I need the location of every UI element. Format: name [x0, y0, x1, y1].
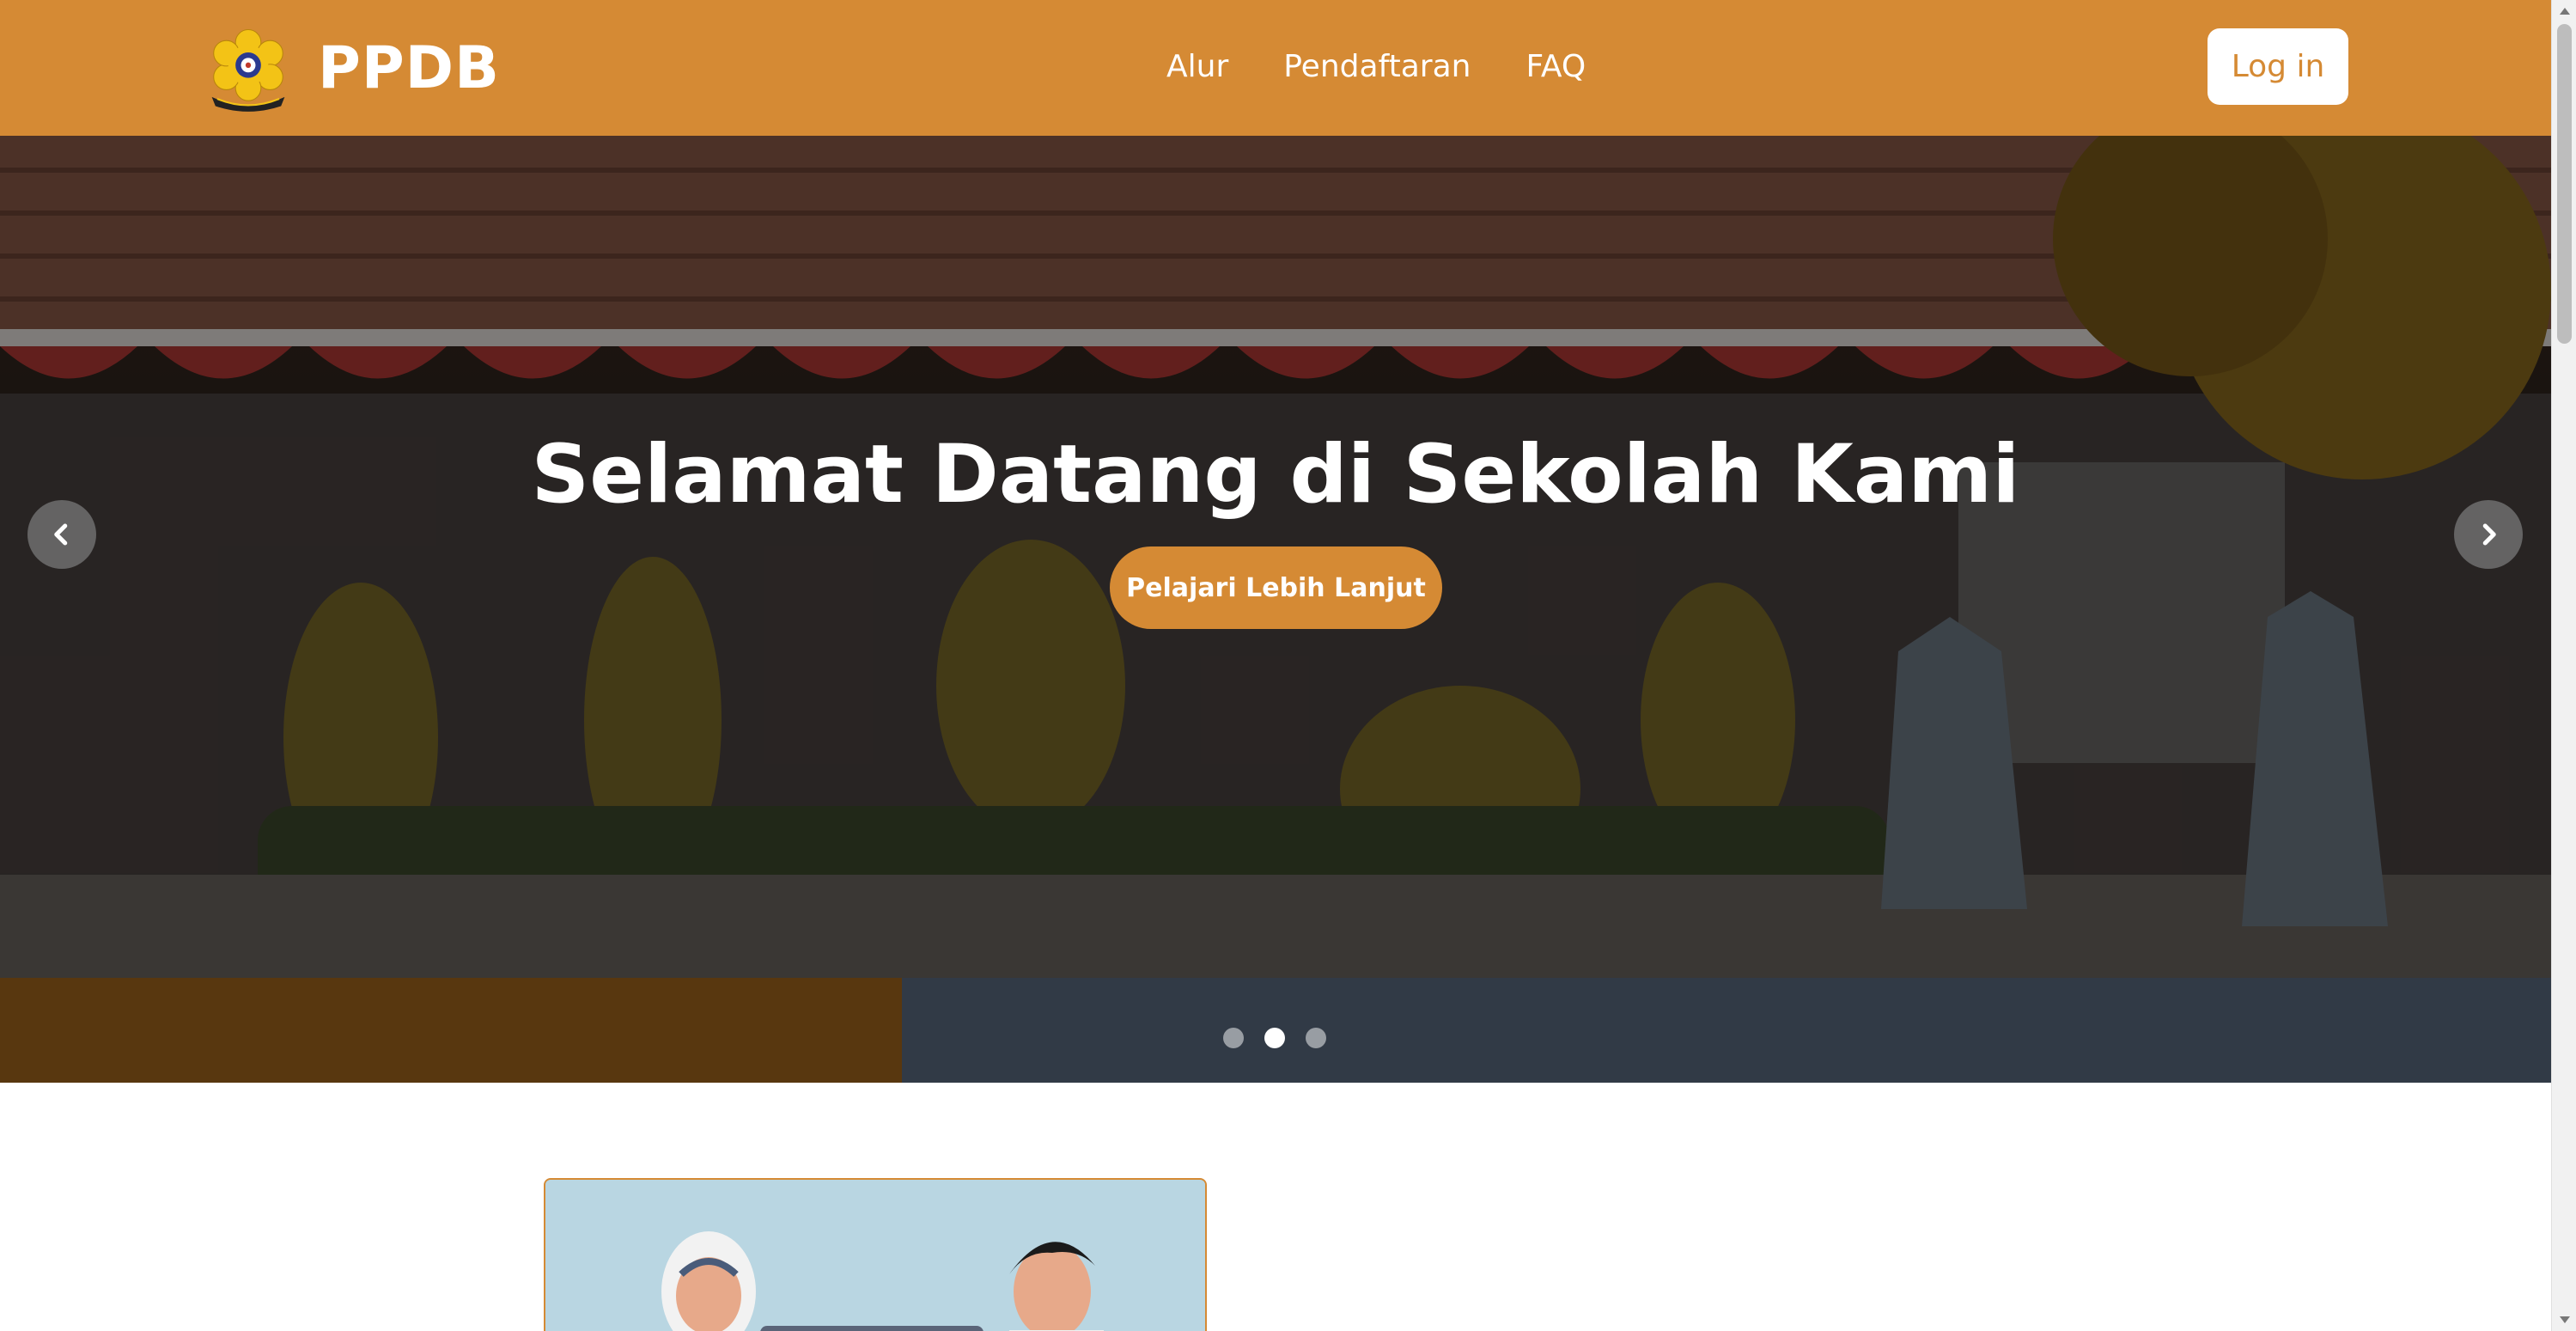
carousel-prev-button[interactable]	[27, 500, 96, 569]
nav-link-faq[interactable]: FAQ	[1526, 45, 1586, 89]
page-scrollbar[interactable]	[2551, 0, 2576, 1331]
nav-link-pendaftaran[interactable]: Pendaftaran	[1283, 45, 1471, 89]
scroll-down-button[interactable]	[2552, 1309, 2576, 1331]
login-button[interactable]: Log in	[2208, 28, 2348, 105]
hero-carousel: Selamat Datang di Sekolah Kami Pelajari …	[0, 136, 2551, 1083]
school-logo-icon	[211, 28, 285, 112]
navbar: PPDB Alur Pendaftaran FAQ Log in	[0, 0, 2551, 136]
brand[interactable]: PPDB	[203, 22, 500, 113]
main-nav: Alur Pendaftaran FAQ	[1166, 45, 1641, 89]
triangle-down-icon	[2559, 1316, 2570, 1323]
scrollbar-thumb[interactable]	[2557, 24, 2572, 344]
chevron-right-icon	[2482, 523, 2496, 546]
students-illustration	[545, 1180, 1205, 1331]
carousel-indicator-1[interactable]	[1223, 1028, 1244, 1048]
carousel-indicator-3[interactable]	[1306, 1028, 1326, 1048]
brand-text: PPDB	[318, 34, 500, 102]
illustration-card	[544, 1178, 1207, 1331]
page: PPDB Alur Pendaftaran FAQ Log in Selamat…	[0, 0, 2551, 1331]
scroll-up-button[interactable]	[2552, 0, 2576, 22]
triangle-up-icon	[2559, 8, 2570, 15]
carousel-indicators	[1223, 1028, 1326, 1048]
chevron-left-icon	[54, 523, 68, 546]
learn-more-button[interactable]: Pelajari Lebih Lanjut	[1110, 546, 1442, 629]
hero-title: Selamat Datang di Sekolah Kami	[531, 428, 2020, 522]
carousel-next-button[interactable]	[2454, 500, 2523, 569]
nav-link-alur[interactable]: Alur	[1166, 45, 1228, 89]
carousel-indicator-2[interactable]	[1264, 1028, 1285, 1048]
